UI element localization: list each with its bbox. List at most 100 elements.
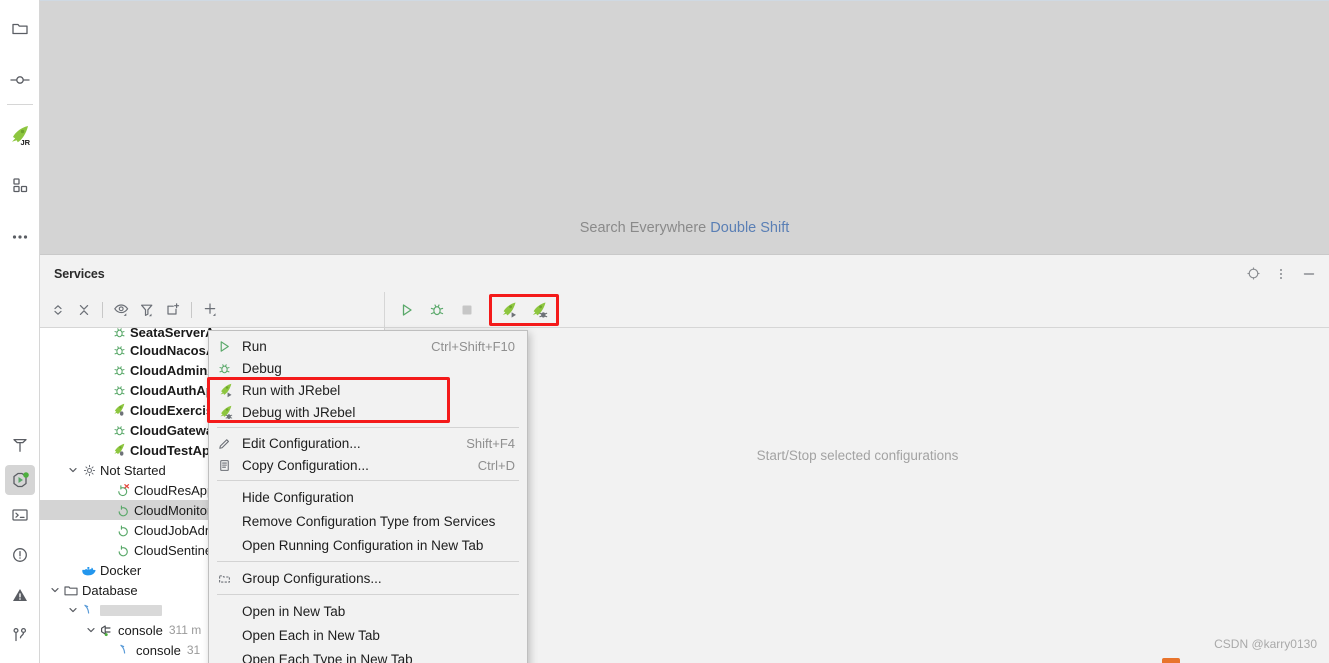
group-icon xyxy=(217,570,237,586)
pencil-icon xyxy=(217,435,237,451)
terminal-icon[interactable] xyxy=(0,495,40,535)
menu-open-each-in-new-tab[interactable]: Open Each in New Tab xyxy=(209,623,527,647)
stop-icon[interactable] xyxy=(455,298,479,322)
warnings-icon[interactable] xyxy=(0,575,40,615)
debug-icon xyxy=(217,360,237,376)
collapse-all-icon[interactable] xyxy=(72,298,96,322)
menu-debug-with-jrebel[interactable]: Debug with JRebel xyxy=(209,401,527,423)
jrebel-toolbar-highlight xyxy=(489,293,559,326)
search-everywhere-shortcut: Double Shift xyxy=(710,220,790,236)
expand-collapse-icon[interactable] xyxy=(46,298,70,322)
run-with-jrebel-icon[interactable] xyxy=(497,298,521,322)
menu-open-each-type-in-new-tab[interactable]: Open Each Type in New Tab xyxy=(209,647,527,663)
svg-text:JR: JR xyxy=(20,138,30,147)
configuration-context-menu[interactable]: Run Ctrl+Shift+F10 Debug Run with JRebel… xyxy=(207,330,528,663)
tree-row-label: SeataServerA xyxy=(130,328,215,340)
toolbar-divider-2 xyxy=(191,301,192,318)
locate-icon[interactable] xyxy=(1245,266,1261,282)
commit-icon[interactable] xyxy=(0,60,40,100)
tree-row-label: Database xyxy=(82,582,138,598)
tree-row-label: CloudJobAdm xyxy=(134,522,216,538)
minimize-icon[interactable] xyxy=(1301,266,1317,282)
services-header-actions xyxy=(1245,266,1317,282)
structure-icon[interactable] xyxy=(0,165,40,205)
toolbar-divider xyxy=(102,301,103,318)
menu-separator xyxy=(217,561,519,562)
menu-edit-configuration[interactable]: Edit Configuration... Shift+F4 xyxy=(209,432,527,454)
git-icon[interactable] xyxy=(0,615,40,655)
tree-row-sublabel: 311 m xyxy=(168,623,202,637)
menu-item-label: Open Each Type in New Tab xyxy=(242,651,413,663)
debug-config-icon xyxy=(110,421,128,439)
menu-item-label: Open Running Configuration in New Tab xyxy=(242,537,484,553)
tree-row-label: CloudMonitor xyxy=(134,502,212,518)
services-toolbar-left xyxy=(40,291,385,328)
debug-icon[interactable] xyxy=(425,298,449,322)
menu-item-label: Debug with JRebel xyxy=(242,404,356,420)
menu-item-label: Run with JRebel xyxy=(242,382,341,398)
menu-group-configurations[interactable]: Group Configurations... xyxy=(209,566,527,590)
services-title: Services xyxy=(54,266,105,281)
problems-icon[interactable] xyxy=(0,535,40,575)
menu-item-label: Group Configurations... xyxy=(242,570,382,586)
project-icon[interactable] xyxy=(0,8,40,48)
chevron-down-icon[interactable] xyxy=(84,620,98,640)
jrebel-run-icon xyxy=(110,401,128,419)
watermark: CSDN @karry0130 xyxy=(1214,637,1317,651)
run-icon[interactable] xyxy=(395,298,419,322)
jrebel-debug-icon xyxy=(217,404,237,420)
tree-row-label: console xyxy=(136,642,181,658)
redacted-datasource-name xyxy=(100,604,162,616)
tree-row-label: Not Started xyxy=(100,462,166,478)
menu-item-label: Debug xyxy=(242,360,282,376)
menu-debug[interactable]: Debug xyxy=(209,357,527,379)
show-hidden-icon[interactable] xyxy=(109,298,133,322)
menu-remove-configuration-type[interactable]: Remove Configuration Type from Services xyxy=(209,509,527,533)
datasource-icon xyxy=(80,601,98,619)
chevron-down-icon[interactable] xyxy=(66,460,80,480)
menu-item-label: Open in New Tab xyxy=(242,603,346,619)
debug-with-jrebel-icon[interactable] xyxy=(527,298,551,322)
build-icon[interactable] xyxy=(0,425,40,465)
jrebel-run-icon xyxy=(110,441,128,459)
menu-hide-configuration[interactable]: Hide Configuration xyxy=(209,485,527,509)
menu-separator xyxy=(217,427,519,428)
config-stopped-icon xyxy=(114,521,132,539)
tree-row-label: CloudExercise xyxy=(130,402,221,418)
menu-item-label: Edit Configuration... xyxy=(242,435,361,451)
editor-empty-area: Search Everywhere Double Shift xyxy=(40,0,1329,254)
tree-row-sublabel: 31 xyxy=(186,643,201,657)
services-placeholder: Start/Stop selected configurations xyxy=(756,448,959,463)
menu-open-in-new-tab[interactable]: Open in New Tab xyxy=(209,599,527,623)
tree-row-label: Docker xyxy=(100,562,142,578)
menu-run-with-jrebel[interactable]: Run with JRebel xyxy=(209,379,527,401)
services-toolbar-right xyxy=(385,293,559,326)
console-session-icon xyxy=(98,621,116,639)
orange-indicator xyxy=(1162,658,1180,663)
services-toolbar xyxy=(40,291,1329,328)
chevron-down-icon[interactable] xyxy=(48,580,62,600)
search-everywhere-label: Search Everywhere xyxy=(579,220,707,236)
tree-row-label: CloudSentinel xyxy=(134,542,215,558)
add-icon[interactable] xyxy=(198,298,222,322)
docker-icon xyxy=(80,561,98,579)
add-tab-icon[interactable] xyxy=(161,298,185,322)
more-tool-windows-icon[interactable] xyxy=(0,217,40,257)
options-icon[interactable] xyxy=(1273,266,1289,282)
jrebel-icon[interactable]: JR xyxy=(0,115,40,155)
menu-copy-configuration[interactable]: Copy Configuration... Ctrl+D xyxy=(209,454,527,476)
menu-open-running-configuration-new-tab[interactable]: Open Running Configuration in New Tab xyxy=(209,533,527,557)
chevron-down-icon[interactable] xyxy=(66,600,80,620)
services-icon[interactable] xyxy=(4,465,35,495)
menu-run[interactable]: Run Ctrl+Shift+F10 xyxy=(209,335,527,357)
filter-icon[interactable] xyxy=(135,298,159,322)
debug-config-icon xyxy=(110,341,128,359)
